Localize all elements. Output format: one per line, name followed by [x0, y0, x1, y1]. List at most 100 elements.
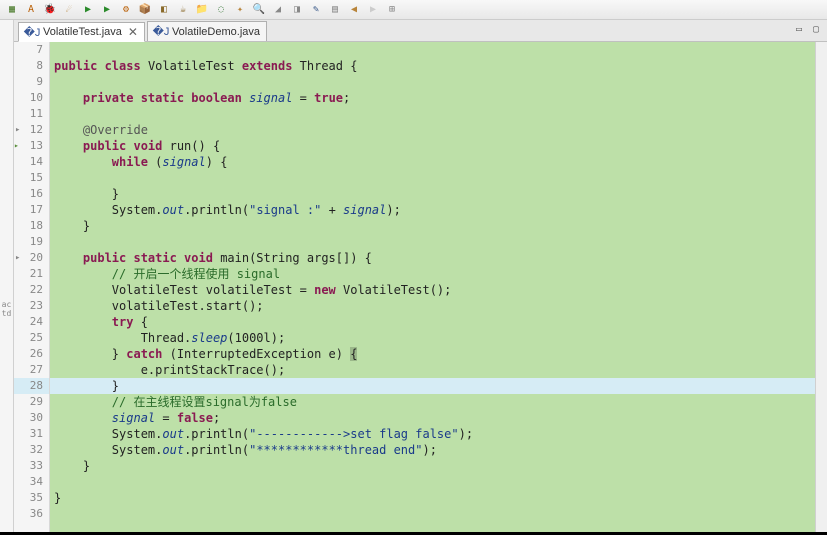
brush-icon[interactable]: ✎	[308, 2, 324, 18]
line-number: 15	[14, 170, 49, 186]
code-line[interactable]: public void run() {	[50, 138, 815, 154]
tab-label: VolatileDemo.java	[172, 26, 260, 38]
line-number: 20	[14, 250, 49, 266]
code-line[interactable]	[50, 74, 815, 90]
tab-volatile-demo[interactable]: �J VolatileDemo.java	[147, 21, 267, 41]
java-file-icon: �J	[25, 25, 39, 39]
maximize-icon[interactable]: ▢	[809, 22, 823, 36]
code-line[interactable]	[50, 474, 815, 490]
proj-icon[interactable]: 📁	[194, 2, 210, 18]
line-number: 36	[14, 506, 49, 522]
line-number: 31	[14, 426, 49, 442]
code-line[interactable]: }	[50, 458, 815, 474]
nav-icon[interactable]: ◨	[289, 2, 305, 18]
db-icon[interactable]: ▦	[4, 2, 20, 18]
code-line[interactable]: VolatileTest volatileTest = new Volatile…	[50, 282, 815, 298]
line-number: 19	[14, 234, 49, 250]
minimize-icon[interactable]: ▭	[792, 22, 806, 36]
line-number: 32	[14, 442, 49, 458]
tab-bar-controls: ▭ ▢	[792, 22, 823, 36]
code-line[interactable]: @Override	[50, 122, 815, 138]
code-line[interactable]	[50, 170, 815, 186]
code-line[interactable]: System.out.println("------------>set fla…	[50, 426, 815, 442]
code-line[interactable]: System.out.println("signal :" + signal);	[50, 202, 815, 218]
code-line[interactable]: // 开启一个线程使用 signal	[50, 266, 815, 282]
code-line[interactable]: }	[50, 218, 815, 234]
sparkle-icon[interactable]: ✦	[232, 2, 248, 18]
code-line[interactable]: volatileTest.start();	[50, 298, 815, 314]
line-number: 11	[14, 106, 49, 122]
close-icon[interactable]: ✕	[128, 25, 138, 39]
line-number: 26	[14, 346, 49, 362]
code-line[interactable]: e.printStackTrace();	[50, 362, 815, 378]
line-number: 34	[14, 474, 49, 490]
line-number: 8	[14, 58, 49, 74]
editor-container: �J VolatileTest.java ✕ �J VolatileDemo.j…	[14, 20, 827, 532]
a-icon[interactable]: A	[23, 2, 39, 18]
line-number-gutter: 7891011121314151617181920212223242526272…	[14, 42, 50, 532]
code-area[interactable]: public class VolatileTest extends Thread…	[50, 42, 815, 532]
cup-icon[interactable]: ☕	[175, 2, 191, 18]
strip-label-2: td	[2, 309, 12, 318]
line-number: 25	[14, 330, 49, 346]
search-icon[interactable]: 🔍	[251, 2, 267, 18]
line-number: 12	[14, 122, 49, 138]
main-area: ac td �J VolatileTest.java ✕ �J Volatile…	[0, 20, 827, 532]
line-number: 21	[14, 266, 49, 282]
line-number: 30	[14, 410, 49, 426]
code-line[interactable]: while (signal) {	[50, 154, 815, 170]
code-line[interactable]: }	[50, 378, 815, 394]
back-icon[interactable]: ◀	[346, 2, 362, 18]
package-icon[interactable]: 📦	[137, 2, 153, 18]
code-line[interactable]: signal = false;	[50, 410, 815, 426]
code-line[interactable]: Thread.sleep(1000l);	[50, 330, 815, 346]
strip-label-1: ac	[2, 300, 12, 309]
tab-bar: �J VolatileTest.java ✕ �J VolatileDemo.j…	[14, 20, 827, 42]
code-line[interactable]: }	[50, 490, 815, 506]
line-number: 14	[14, 154, 49, 170]
line-number: 24	[14, 314, 49, 330]
code-line[interactable]: // 在主线程设置signal为false	[50, 394, 815, 410]
code-line[interactable]: public class VolatileTest extends Thread…	[50, 58, 815, 74]
line-number: 17	[14, 202, 49, 218]
build-icon[interactable]: ◧	[156, 2, 172, 18]
code-line[interactable]: public static void main(String args[]) {	[50, 250, 815, 266]
class-icon[interactable]: ◌	[213, 2, 229, 18]
code-line[interactable]	[50, 42, 815, 58]
line-number: 13	[14, 138, 49, 154]
line-number: 18	[14, 218, 49, 234]
line-number: 33	[14, 458, 49, 474]
run-ext-icon[interactable]: ▶	[99, 2, 115, 18]
line-number: 10	[14, 90, 49, 106]
code-line[interactable]: private static boolean signal = true;	[50, 90, 815, 106]
code-line[interactable]	[50, 234, 815, 250]
code-line[interactable]	[50, 106, 815, 122]
code-line[interactable]: try {	[50, 314, 815, 330]
fwd-icon[interactable]: ▶	[365, 2, 381, 18]
code-line[interactable]: }	[50, 186, 815, 202]
run-icon[interactable]: ▶	[80, 2, 96, 18]
java-file-icon: �J	[154, 25, 168, 39]
torch-icon[interactable]: ☄	[61, 2, 77, 18]
tag-icon[interactable]: ◢	[270, 2, 286, 18]
left-sidebar-strip: ac td	[0, 20, 14, 532]
line-number: 29	[14, 394, 49, 410]
code-line[interactable]: } catch (InterruptedException e) {	[50, 346, 815, 362]
tab-volatile-test[interactable]: �J VolatileTest.java ✕	[18, 22, 145, 42]
code-line[interactable]	[50, 506, 815, 522]
filter-icon[interactable]: ▤	[327, 2, 343, 18]
gear-icon[interactable]: ⚙	[118, 2, 134, 18]
bug-icon[interactable]: 🐞	[42, 2, 58, 18]
overview-ruler[interactable]	[815, 42, 827, 532]
line-number: 23	[14, 298, 49, 314]
toolbar: ▦ A 🐞 ☄ ▶ ▶ ⚙ 📦 ◧ ☕ 📁 ◌ ✦ 🔍 ◢ ◨ ✎ ▤ ◀ ▶ …	[0, 0, 827, 20]
line-number: 9	[14, 74, 49, 90]
type-icon[interactable]: ⊞	[384, 2, 400, 18]
line-number: 7	[14, 42, 49, 58]
line-number: 22	[14, 282, 49, 298]
code-line[interactable]: System.out.println("************thread e…	[50, 442, 815, 458]
line-number: 28	[14, 378, 49, 394]
code-editor[interactable]: 7891011121314151617181920212223242526272…	[14, 42, 827, 532]
line-number: 16	[14, 186, 49, 202]
line-number: 35	[14, 490, 49, 506]
